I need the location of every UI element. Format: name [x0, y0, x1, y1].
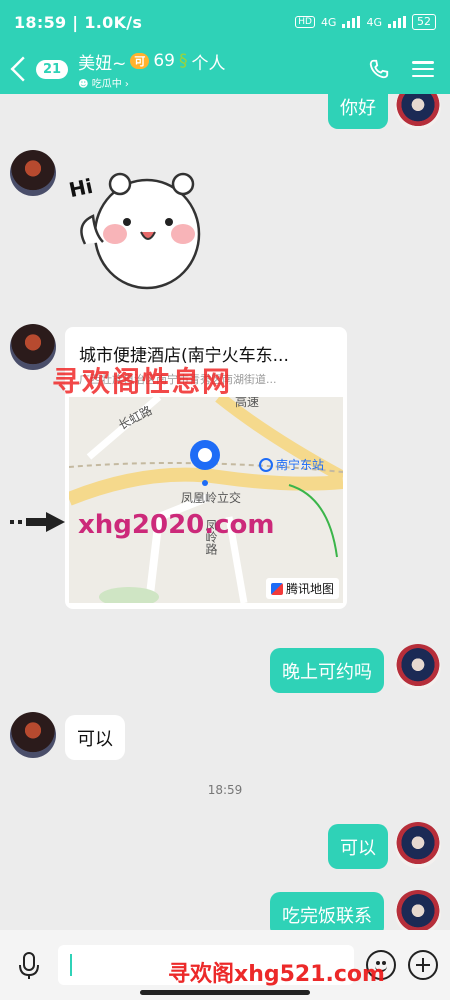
my-avatar[interactable]: [395, 890, 441, 930]
map-preview[interactable]: 长虹路 高速 凤凰岭立交 凤岭路 南宁东站 腾讯地图: [69, 397, 343, 603]
battery-icon: 52: [412, 14, 436, 30]
station-icon: [259, 457, 273, 472]
text-caret: [70, 954, 72, 976]
message-bubble-sent[interactable]: 晚上可约吗: [270, 648, 384, 693]
status-emoji-icon: ☻: [78, 78, 89, 90]
status-bar: 18:59 | 1.0K/s HD 4G 4G 52: [0, 0, 450, 44]
contact-avatar[interactable]: [10, 150, 56, 196]
location-address: 广西壮族自治区南宁市青秀区南湖街道...: [79, 373, 277, 386]
voice-input-icon[interactable]: [12, 948, 46, 982]
contact-status: 吃瓜中: [91, 78, 122, 90]
map-provider-badge: 腾讯地图: [265, 578, 339, 599]
sticker-text: Hi: [66, 173, 95, 203]
emoji-icon[interactable]: [366, 950, 396, 980]
level-label: 69: [153, 51, 175, 71]
location-card[interactable]: 城市便捷酒店(南宁火车东... 广西壮族自治区南宁市青秀区南湖街道... 长虹路…: [65, 327, 347, 609]
message-bubble-received[interactable]: 可以: [65, 715, 125, 760]
chat-header: 21 美妞~ 可 69 § 个人 ☻ 吃瓜中 ›: [0, 44, 450, 94]
home-indicator[interactable]: [140, 990, 310, 995]
signal-icon-2: [388, 16, 406, 28]
time-divider: 18:59: [207, 783, 243, 797]
my-avatar[interactable]: [395, 822, 441, 868]
network-label-2: 4G: [366, 15, 382, 29]
message-bubble-sent[interactable]: 可以: [328, 824, 388, 869]
more-actions-icon[interactable]: [408, 950, 438, 980]
map-road-label: 凤凰岭立交: [181, 491, 242, 505]
my-avatar[interactable]: [395, 644, 441, 690]
contact-avatar[interactable]: [10, 712, 56, 758]
back-arrow-icon[interactable]: [10, 56, 36, 82]
vip-badge: 可: [130, 53, 150, 69]
snake-icon: §: [178, 51, 188, 71]
status-icons: HD 4G 4G 52: [295, 14, 436, 30]
message-bubble-sent[interactable]: 吃完饭联系: [270, 892, 384, 930]
map-road-label: 凤岭路: [204, 519, 218, 555]
map-station-label: 南宁东站: [259, 456, 324, 473]
map-road-label: 高速: [235, 397, 260, 409]
arrow-decoration-icon: [10, 512, 65, 532]
contact-name-suffix: 个人: [191, 53, 226, 74]
location-title: 城市便捷酒店(南宁火车东...: [79, 346, 289, 366]
tencent-map-icon: [270, 582, 283, 595]
message-bubble-sent[interactable]: 你好: [328, 94, 388, 129]
chat-title-block[interactable]: 美妞~ 可 69 § 个人 ☻ 吃瓜中 ›: [78, 49, 368, 90]
contact-name: 美妞~: [78, 53, 127, 74]
status-time: 18:59 | 1.0K/s: [14, 12, 143, 32]
unread-count-badge: 21: [36, 59, 69, 79]
menu-icon[interactable]: [412, 58, 434, 80]
hd-icon: HD: [295, 16, 315, 28]
message-list[interactable]: 你好 Hi 城市便捷酒店(南宁火车东... 广西壮族自治区南宁市青秀区南湖街道.…: [0, 94, 450, 930]
message-input[interactable]: [58, 945, 354, 985]
network-label: 4G: [320, 15, 337, 29]
contact-avatar[interactable]: [10, 324, 56, 370]
my-avatar[interactable]: [395, 94, 441, 130]
phone-icon[interactable]: [368, 58, 390, 80]
signal-icon: [342, 16, 361, 28]
hi-sticker[interactable]: Hi: [65, 154, 215, 304]
